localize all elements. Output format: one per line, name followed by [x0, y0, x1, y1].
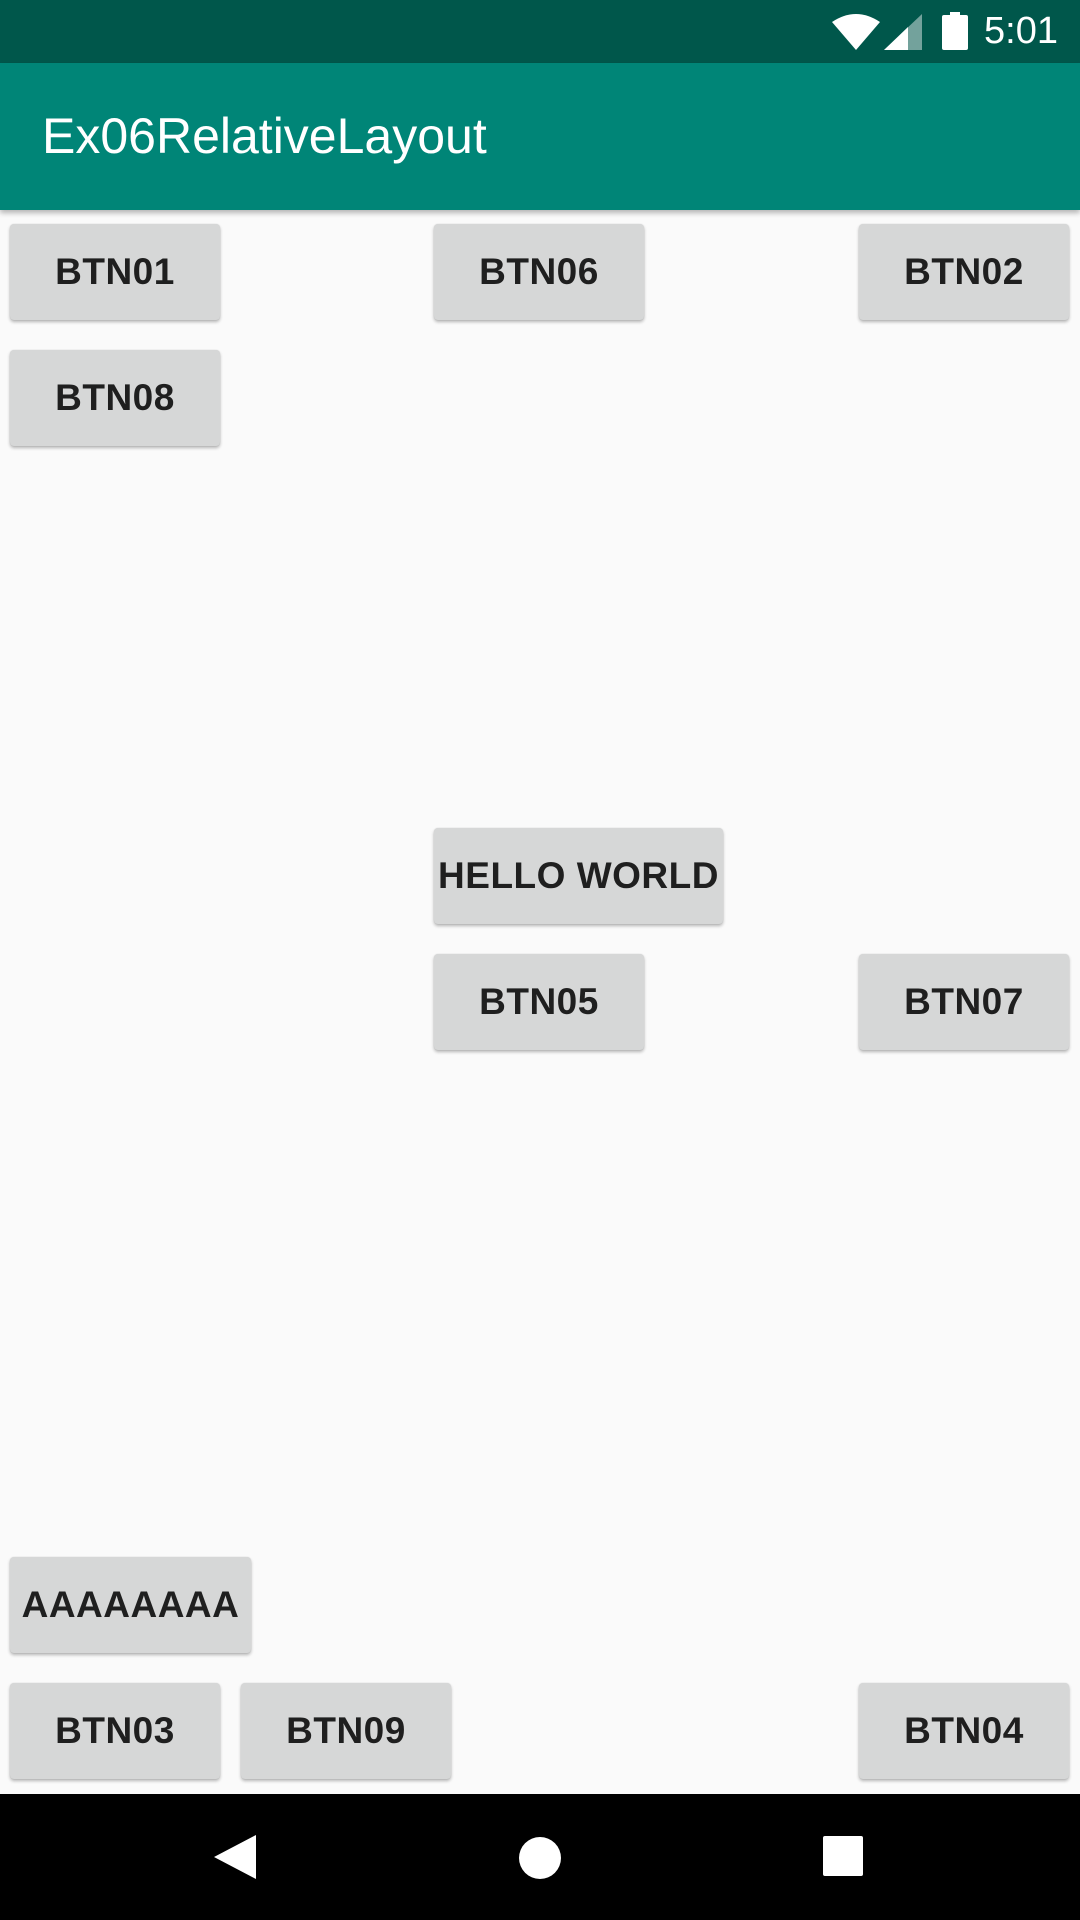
wifi-icon	[832, 14, 880, 50]
btn08-button[interactable]: BTN08	[10, 350, 220, 446]
status-time: 5:01	[984, 10, 1058, 52]
btn07-button[interactable]: BTN07	[859, 954, 1069, 1050]
home-icon[interactable]	[518, 1836, 562, 1880]
aaaaaaaa-button[interactable]: AAAAAAAA	[10, 1557, 251, 1653]
btn09-button[interactable]: BTN09	[241, 1683, 451, 1779]
app-title: Ex06RelativeLayout	[42, 108, 487, 164]
btn03-button[interactable]: BTN03	[10, 1683, 220, 1779]
btn01-button[interactable]: BTN01	[10, 224, 220, 320]
recents-icon[interactable]	[823, 1836, 863, 1876]
navigation-bar	[0, 1794, 1080, 1920]
hello-world-button[interactable]: HELLO WORLD	[434, 828, 723, 924]
app-bar: Ex06RelativeLayout	[0, 63, 1080, 210]
btn06-button[interactable]: BTN06	[434, 224, 644, 320]
btn02-button[interactable]: BTN02	[859, 224, 1069, 320]
cell-signal-icon	[884, 14, 922, 50]
btn04-button[interactable]: BTN04	[859, 1683, 1069, 1779]
back-icon[interactable]	[214, 1835, 256, 1879]
battery-icon	[942, 12, 968, 50]
btn05-button[interactable]: BTN05	[434, 954, 644, 1050]
status-bar: 5:01	[0, 0, 1080, 63]
